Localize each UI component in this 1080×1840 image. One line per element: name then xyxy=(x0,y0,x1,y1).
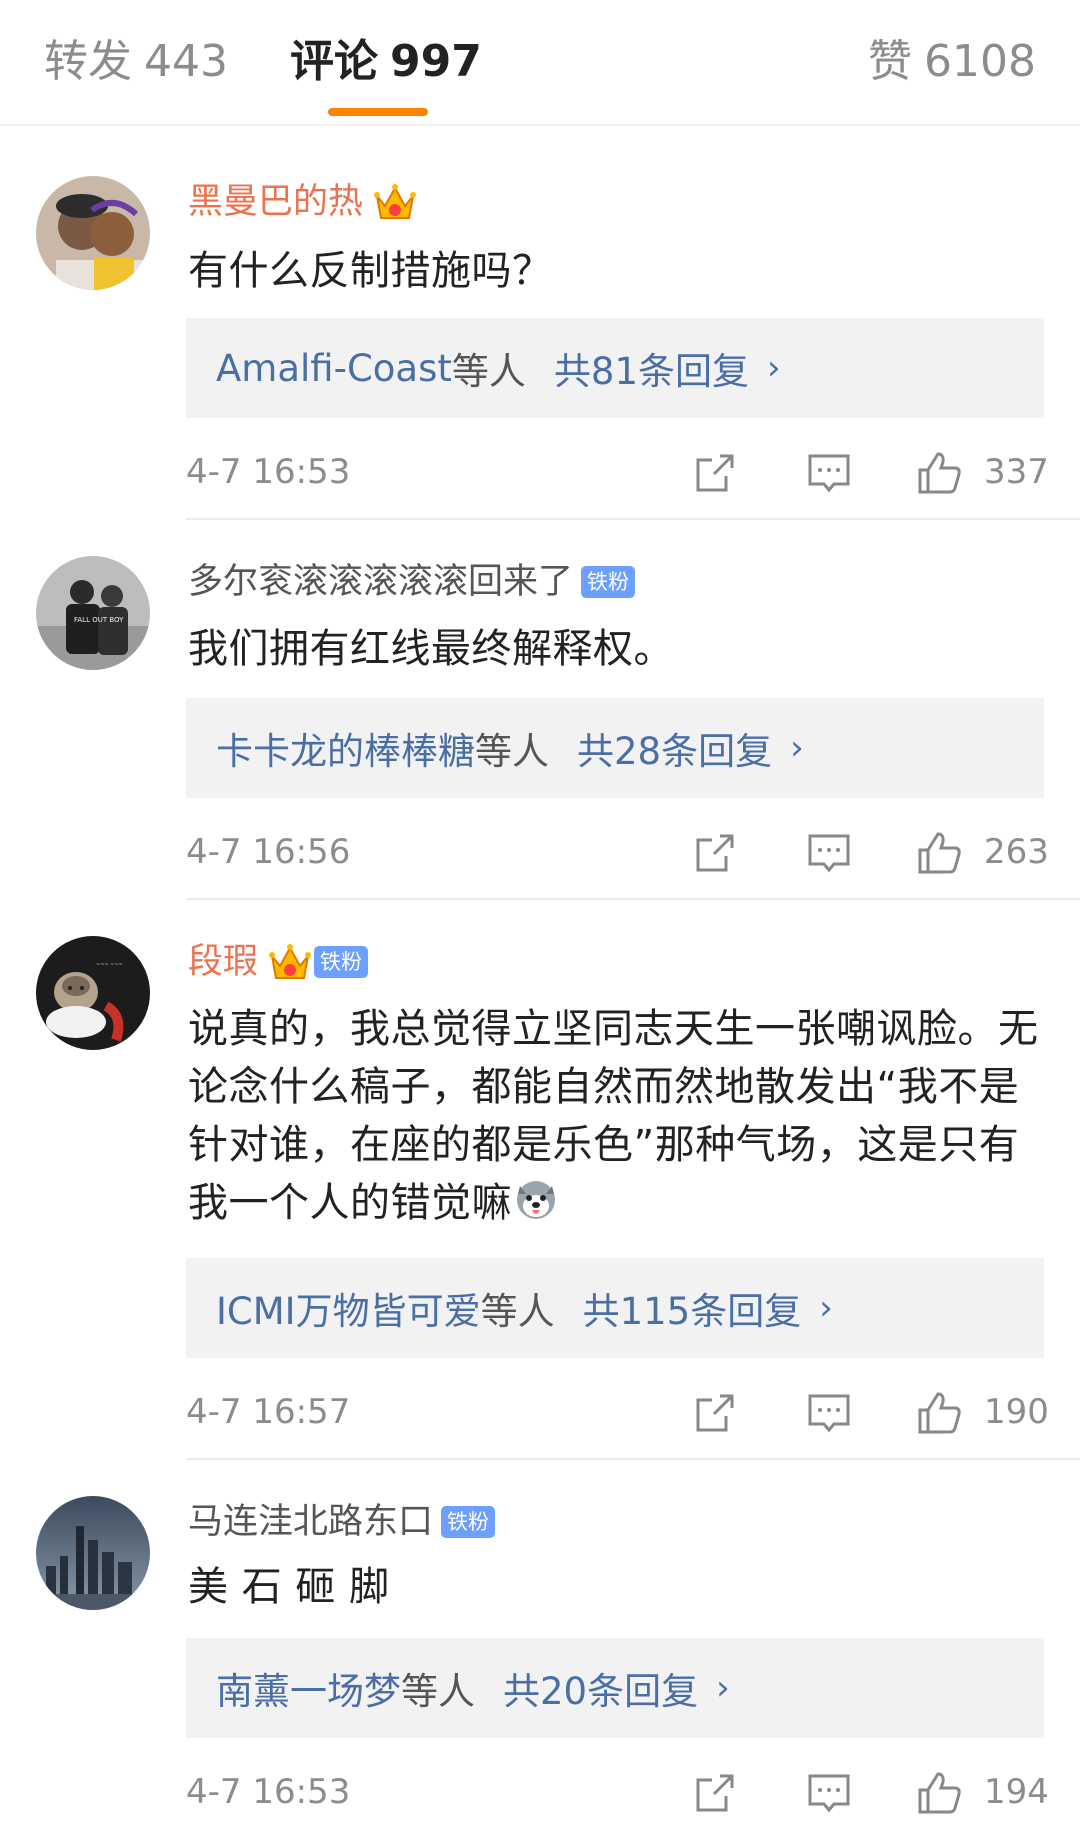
reply-etc: 等人 xyxy=(480,1290,555,1333)
reply-names[interactable]: Amalfi-Coast xyxy=(216,347,452,390)
reply-etc: 等人 xyxy=(401,1670,475,1713)
tab-comments[interactable]: 评论 997 xyxy=(290,34,482,90)
comment-meta: 4-7 16:53 337 xyxy=(186,444,1049,504)
avatar-image xyxy=(36,1496,150,1610)
avatar[interactable] xyxy=(36,176,150,290)
reply-etc: 等人 xyxy=(451,350,526,393)
reply-total[interactable]: 共81条回复 xyxy=(554,341,749,395)
fan-badge: 铁粉 xyxy=(441,1506,496,1538)
fan-badge: 铁粉 xyxy=(314,946,369,978)
tab-comments-count: 997 xyxy=(390,36,482,87)
comment-meta: 4-7 16:57 190 xyxy=(186,1384,1049,1444)
username[interactable]: 段瑕 铁粉 xyxy=(188,940,369,984)
avatar[interactable] xyxy=(36,1496,150,1610)
reply-total[interactable]: 共115条回复 xyxy=(583,1281,802,1335)
username[interactable]: 黑曼巴的热 xyxy=(188,180,417,224)
svg-text:~~~ ~~~: ~~~ ~~~ xyxy=(96,962,123,968)
svg-text:FALL OUT BOY: FALL OUT BOY xyxy=(74,616,124,624)
divider xyxy=(186,1458,1080,1460)
replies-summary[interactable]: 卡卡龙的棒棒糖 等人 共28条回复 › xyxy=(186,698,1044,798)
tab-comments-label: 评论 xyxy=(290,36,378,87)
username[interactable]: 马连洼北路东口 铁粉 xyxy=(188,1500,496,1544)
comment-text: 说真的，我总觉得立坚同志天生一张嘲讽脸。无论念什么稿子，都能自然而然地散发出“我… xyxy=(188,1000,1048,1232)
replies-summary[interactable]: 南薰一场梦 等人 共20条回复 › xyxy=(186,1638,1044,1738)
comment-meta: 4-7 16:56 263 xyxy=(186,824,1049,884)
tab-bar: 转发 443 评论 997 赞 6108 xyxy=(0,0,1080,126)
like-count: 337 xyxy=(984,452,1049,492)
tab-reposts-label: 转发 xyxy=(44,36,132,87)
chevron-right-icon: › xyxy=(716,1668,730,1708)
comment-icon[interactable] xyxy=(806,830,852,876)
active-tab-indicator xyxy=(328,108,428,116)
username-text: 多尔衮滚滚滚滚滚回来了 xyxy=(188,562,574,602)
like-count: 190 xyxy=(984,1392,1049,1432)
comment-text: 美 石 砸 脚 xyxy=(188,1564,390,1610)
comment-text-body: 说真的，我总觉得立坚同志天生一张嘲讽脸。无论念什么稿子，都能自然而然地散发出“我… xyxy=(188,1006,1039,1226)
divider xyxy=(186,518,1080,520)
thumbs-up-icon[interactable] xyxy=(916,830,962,876)
username-text: 黑曼巴的热 xyxy=(188,182,364,222)
avatar-image xyxy=(36,176,150,290)
comment-icon[interactable] xyxy=(806,450,852,496)
chevron-right-icon: › xyxy=(790,728,804,768)
replies-summary[interactable]: Amalfi-Coast 等人 共81条回复 › xyxy=(186,318,1044,418)
comment-text: 我们拥有红线最终解释权。 xyxy=(188,626,674,672)
tab-reposts[interactable]: 转发 443 xyxy=(44,34,228,90)
replies-summary[interactable]: ICMI万物皆可爱 等人 共115条回复 › xyxy=(186,1258,1044,1358)
chevron-right-icon: › xyxy=(819,1288,833,1328)
avatar[interactable]: ~~~ ~~~ xyxy=(36,936,150,1050)
chevron-right-icon: › xyxy=(767,348,781,388)
avatar-image: ~~~ ~~~ xyxy=(36,936,150,1050)
timestamp: 4-7 16:53 xyxy=(186,1772,351,1812)
tab-likes-count: 6108 xyxy=(924,36,1036,87)
fan-badge: 铁粉 xyxy=(581,566,636,598)
tab-likes-label: 赞 xyxy=(868,36,913,87)
comment-icon[interactable] xyxy=(806,1390,852,1436)
timestamp: 4-7 16:56 xyxy=(186,832,351,872)
like-count: 194 xyxy=(984,1772,1049,1812)
avatar-image: FALL OUT BOY xyxy=(36,556,150,670)
avatar[interactable]: FALL OUT BOY xyxy=(36,556,150,670)
username[interactable]: 多尔衮滚滚滚滚滚回来了 铁粉 xyxy=(188,560,636,604)
comment-text: 有什么反制措施吗？ xyxy=(188,248,553,294)
comment-icon[interactable] xyxy=(806,1770,852,1816)
username-text: 马连洼北路东口 xyxy=(188,1502,434,1542)
thumbs-up-icon[interactable] xyxy=(916,450,962,496)
reply-names[interactable]: 卡卡龙的棒棒糖 xyxy=(216,721,475,775)
comment-meta: 4-7 16:53 194 xyxy=(186,1764,1049,1824)
reply-total[interactable]: 共20条回复 xyxy=(503,1661,698,1715)
share-icon[interactable] xyxy=(692,450,738,496)
share-icon[interactable] xyxy=(692,830,738,876)
divider xyxy=(186,898,1080,900)
husky-emoji-icon xyxy=(514,1178,558,1222)
tab-reposts-count: 443 xyxy=(144,36,228,87)
like-count: 263 xyxy=(984,832,1049,872)
timestamp: 4-7 16:57 xyxy=(186,1392,351,1432)
reply-names[interactable]: 南薰一场梦 xyxy=(216,1661,401,1715)
thumbs-up-icon[interactable] xyxy=(916,1390,962,1436)
tab-likes[interactable]: 赞 6108 xyxy=(868,34,1036,90)
vip-crown-icon xyxy=(373,180,417,224)
share-icon[interactable] xyxy=(692,1390,738,1436)
timestamp: 4-7 16:53 xyxy=(186,452,351,492)
username-text: 段瑕 xyxy=(188,942,259,982)
reply-total[interactable]: 共28条回复 xyxy=(577,721,772,775)
vip-crown-icon xyxy=(268,940,312,984)
thumbs-up-icon[interactable] xyxy=(916,1770,962,1816)
reply-etc: 等人 xyxy=(475,730,549,773)
share-icon[interactable] xyxy=(692,1770,738,1816)
reply-names[interactable]: ICMI万物皆可爱 xyxy=(216,1281,481,1335)
